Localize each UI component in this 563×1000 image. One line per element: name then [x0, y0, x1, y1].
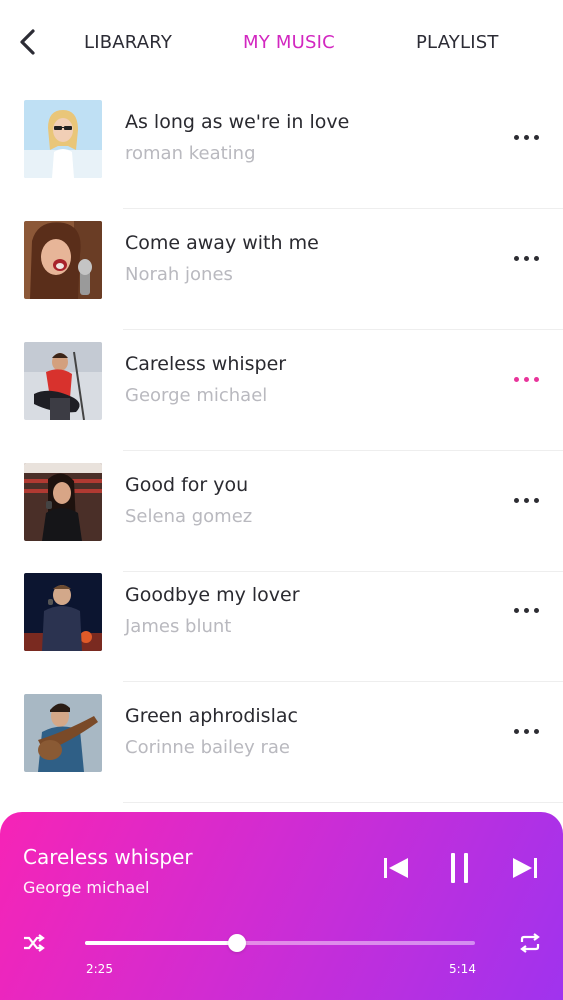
- shuffle-button[interactable]: [22, 932, 46, 954]
- song-title: Come away with me: [125, 232, 319, 254]
- more-dots-icon-dot: [524, 608, 529, 613]
- album-art: [24, 100, 102, 178]
- list-item[interactable]: Good for you Selena gomez: [0, 451, 563, 572]
- list-item[interactable]: Careless whisper George michael: [0, 330, 563, 451]
- more-options-button[interactable]: [513, 498, 541, 506]
- album-art: [24, 463, 102, 541]
- song-title: Goodbye my lover: [125, 584, 300, 606]
- list-item[interactable]: Come away with me Norah jones: [0, 209, 563, 330]
- back-button[interactable]: [14, 28, 44, 58]
- song-artist: James blunt: [125, 616, 232, 637]
- progress-handle[interactable]: [228, 934, 247, 952]
- progress-slider[interactable]: [85, 934, 475, 952]
- more-dots-icon-dot: [524, 135, 529, 140]
- more-options-button[interactable]: [513, 729, 541, 737]
- more-options-button[interactable]: [513, 608, 541, 616]
- more-dots-icon-dot: [524, 498, 529, 503]
- top-nav: LIBARARY MY MUSIC PLAYLIST: [0, 0, 563, 88]
- song-artist: roman keating: [125, 143, 256, 164]
- list-item[interactable]: As long as we're in love roman keating: [0, 88, 563, 209]
- more-dots-icon: [514, 135, 519, 140]
- now-playing-artist: George michael: [23, 878, 150, 897]
- more-dots-icon-dot: [524, 256, 529, 261]
- song-title: As long as we're in love: [125, 111, 350, 133]
- album-art: [24, 573, 102, 651]
- music-app: LIBARARY MY MUSIC PLAYLIST As long as we…: [0, 0, 563, 1000]
- song-title: Careless whisper: [125, 353, 287, 375]
- repeat-icon: [520, 933, 540, 953]
- album-art: [24, 221, 102, 299]
- song-list: As long as we're in love roman keating C…: [0, 88, 563, 803]
- skip-next-icon: [513, 858, 537, 878]
- divider: [123, 802, 563, 803]
- repeat-button[interactable]: [518, 932, 542, 954]
- progress-fill: [85, 941, 238, 945]
- more-options-button[interactable]: [513, 256, 541, 264]
- list-item[interactable]: Green aphrodislac Corinne bailey rae: [0, 682, 563, 803]
- album-art: [24, 694, 102, 772]
- next-button[interactable]: [511, 856, 539, 880]
- more-dots-icon-dot: [534, 498, 539, 503]
- more-dots-icon: [514, 498, 519, 503]
- previous-button[interactable]: [382, 856, 410, 880]
- pause-icon: [451, 853, 468, 883]
- song-title: Green aphrodislac: [125, 705, 298, 727]
- more-options-button[interactable]: [513, 135, 541, 143]
- now-playing-bar: Careless whisper George michael 2:25 5:1…: [0, 812, 563, 1000]
- more-dots-icon: [514, 608, 519, 613]
- more-dots-icon-dot: [534, 729, 539, 734]
- song-title: Good for you: [125, 474, 249, 496]
- more-dots-icon: [514, 256, 519, 261]
- elapsed-time: 2:25: [86, 962, 113, 976]
- chevron-left-icon: [20, 29, 35, 55]
- tab-my-music[interactable]: MY MUSIC: [243, 32, 335, 53]
- tab-library[interactable]: LIBARARY: [84, 32, 172, 53]
- skip-previous-icon: [384, 858, 408, 878]
- more-dots-icon-dot: [534, 256, 539, 261]
- more-dots-icon-dot: [524, 377, 529, 382]
- more-dots-icon-dot: [534, 608, 539, 613]
- album-art: [24, 342, 102, 420]
- tab-playlist[interactable]: PLAYLIST: [416, 32, 499, 53]
- pause-button[interactable]: [448, 852, 472, 884]
- shuffle-icon: [24, 934, 45, 952]
- song-artist: Corinne bailey rae: [125, 737, 291, 758]
- song-artist: George michael: [125, 385, 268, 406]
- total-time: 5:14: [449, 962, 476, 976]
- song-artist: Norah jones: [125, 264, 233, 285]
- song-artist: Selena gomez: [125, 506, 253, 527]
- more-dots-icon: [514, 377, 519, 382]
- more-dots-icon-dot: [534, 135, 539, 140]
- list-item[interactable]: Goodbye my lover James blunt: [0, 572, 563, 682]
- more-dots-icon: [514, 729, 519, 734]
- more-dots-icon-dot: [524, 729, 529, 734]
- more-options-button[interactable]: [513, 377, 541, 385]
- now-playing-title: Careless whisper: [23, 845, 193, 869]
- more-dots-icon-dot: [534, 377, 539, 382]
